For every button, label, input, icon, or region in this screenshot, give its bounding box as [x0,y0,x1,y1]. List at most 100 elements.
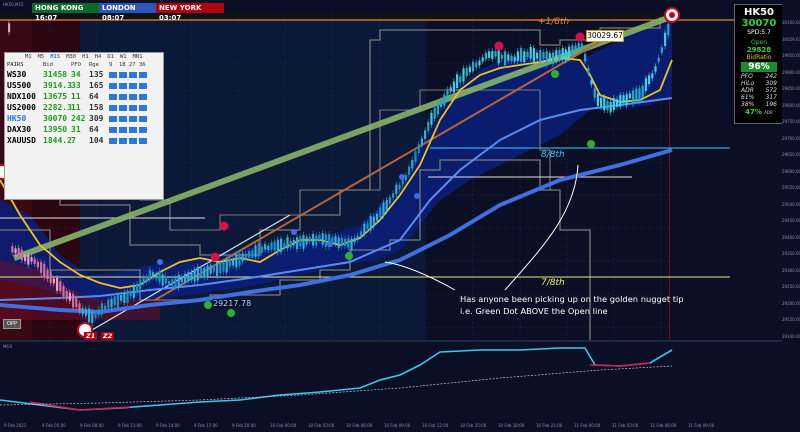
price-tick-label: 29850.00 [782,86,800,91]
candle-body [203,267,206,278]
stat-value: 572 [765,87,777,94]
stat-label: PFO [741,73,753,80]
time-tick-label: 9 Feb 05:00 [42,423,66,428]
candle-body [424,130,427,139]
price-scale[interactable]: 30100.00 30029.67 29950.00 29900.00 29850.00… [782,0,800,432]
timeframe-m1[interactable]: M1 [25,53,32,61]
candle-body [564,49,567,61]
table-row[interactable]: US500 3914.3 33 165 [5,80,163,91]
pair-range: 165 [89,81,104,90]
candle-body [446,89,449,99]
candle-body [641,85,644,98]
price-tick-label: 29400.00 [782,234,800,240]
table-row[interactable]: XAUUSD 1844.2 7 104 [5,135,163,146]
candle-body [622,95,625,104]
strength-bar [109,137,117,144]
strength-bar [119,137,127,144]
table-row[interactable]: US2000 2282.3 11 158 [5,102,163,113]
strength-bar [139,137,147,144]
candle-body [248,251,251,258]
candle-body [30,257,33,262]
timeframe-m5[interactable]: M5 [38,53,45,61]
candle-body [107,299,110,309]
timeframe-d1[interactable]: D1 [107,53,114,61]
session-time: 16:07 [35,14,58,22]
header-bid: Bid [43,62,53,68]
stat-label: ADR [741,87,754,94]
candle-body [417,144,420,153]
candle-body [139,280,142,290]
candle-body [174,277,177,287]
stat-value: 317 [765,94,777,101]
candle-body [187,272,190,281]
timeframe-m30[interactable]: M30 [66,53,76,61]
candle-body [334,236,337,244]
candle-body [52,278,55,284]
annotation-line-1: Has anyone been picking up on the golden… [460,294,684,304]
opp-badge[interactable]: OPP [3,319,21,329]
pair-bid: 13950 [43,125,68,134]
session-city: LONDON [102,4,136,12]
strength-bar [139,104,147,111]
session-hong-kong: HONG KONG 16:07 [32,3,104,22]
table-row[interactable]: NDX100 13675 11 64 [5,91,163,102]
candle-body [216,261,219,276]
candle-body [315,235,318,246]
strength-bar [129,93,137,100]
candle-body [344,238,347,246]
candle-body [398,184,401,190]
timeframe-strength-bars [109,135,147,146]
candle-body [411,160,414,169]
candle-body [484,52,487,60]
header-pfo: PFO [71,62,81,68]
table-row[interactable]: DAX30 13950 31 64 [5,124,163,135]
candle-body [120,295,123,301]
level-top-label: +1/8th [538,17,570,27]
price-tick-label: 29250.00 [782,284,800,289]
blue-signal-dot [291,229,297,235]
pair-symbol: XAUUSD [7,136,36,145]
blue-signal-dot [399,174,405,180]
candle-body [382,202,385,216]
candle-body [62,285,65,297]
stat-value: 309 [765,80,777,87]
timeframe-w1[interactable]: W1 [120,53,127,61]
timeframe-strength-bars [109,113,147,124]
candle-body [632,90,635,105]
pair-bid: 31458 [43,70,68,79]
strength-bar [119,115,127,122]
timeframe-mn1[interactable]: MN1 [133,53,143,61]
candle-body [372,216,375,227]
pair-symbol: WS30 [7,70,27,79]
candle-body [56,277,59,291]
zone-z2-label: Z2 [101,332,115,340]
candle-body [68,292,71,301]
candle-body [251,250,254,258]
timeframe-strength-bars [109,124,147,135]
time-tick-label: 10 Feb 00:00 [270,423,297,428]
timeframe-m15[interactable]: M15 [50,53,60,61]
candle-body [513,56,516,62]
pairs-dashboard: M1 M5 M15 M30 H1 H4 D1 W1 MN1 PAIRS Bid … [4,52,164,200]
header-tf-18: 18 [119,62,126,68]
candle-body [260,246,263,253]
candle-body [654,66,657,72]
adr-suffix: ADR [764,110,773,115]
candle-body [452,81,455,93]
timeframe-h4[interactable]: H4 [95,53,102,61]
candle-body [548,53,551,61]
candle-body [337,237,340,248]
candle-body [660,47,663,53]
annotation-line-2: i.e. Green Dot ABOVE the Open line [460,306,608,316]
table-row[interactable]: WS30 31458 34 135 [5,69,163,80]
candle-body [561,48,564,60]
price-tick-label: 29700.00 [782,135,800,141]
timeframe-h1[interactable]: H1 [82,53,89,61]
candle-body [46,269,49,280]
time-tick-label: 11 Feb 06:00 [650,423,677,428]
candle-body [302,235,305,249]
candle-body [219,262,222,274]
time-tick-label: 9 Feb 11:00 [118,423,142,428]
table-row[interactable]: HK50 30070 242 309 [5,113,163,124]
candle-body [27,254,30,265]
